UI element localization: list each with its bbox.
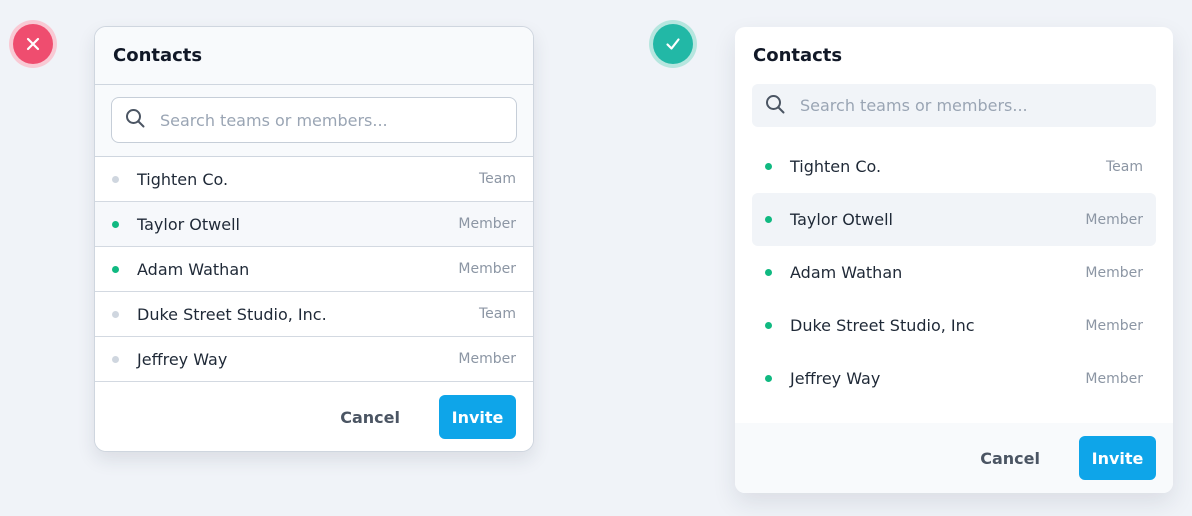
status-dot <box>112 175 119 183</box>
list-item[interactable]: Duke Street Studio, Inc Member <box>752 299 1156 352</box>
status-dot <box>112 265 119 273</box>
contact-type: Team <box>1105 158 1143 175</box>
contact-list: Tighten Co. Team Taylor Otwell Member Ad… <box>735 127 1173 405</box>
list-item[interactable]: Tighten Co. Team <box>752 140 1156 193</box>
contact-name: Duke Street Studio, Inc. <box>137 304 327 324</box>
search-input[interactable] <box>160 110 460 130</box>
contact-name: Duke Street Studio, Inc <box>790 316 975 335</box>
search-box[interactable] <box>752 84 1156 127</box>
x-icon <box>13 24 53 64</box>
contact-name: Taylor Otwell <box>137 214 240 234</box>
contact-type: Member <box>458 216 516 232</box>
contact-type: Team <box>478 171 516 187</box>
list-item[interactable]: Taylor Otwell Member <box>752 193 1156 246</box>
search-section <box>735 84 1173 127</box>
list-item[interactable]: Tighten Co. Team <box>95 157 533 202</box>
contact-name: Tighten Co. <box>137 169 229 189</box>
contact-name: Adam Wathan <box>137 259 250 279</box>
contact-name: Adam Wathan <box>790 263 903 282</box>
list-item[interactable]: Jeffrey Way Member <box>95 337 533 382</box>
comparison-stage: Contacts Tighten Co. Team Taylor Otwell … <box>0 0 1192 516</box>
list-item[interactable]: Taylor Otwell Member <box>95 202 533 247</box>
invite-button[interactable]: Invite <box>439 395 516 439</box>
contact-name: Tighten Co. <box>790 157 882 176</box>
status-dot <box>765 375 772 382</box>
list-item[interactable]: Jeffrey Way Member <box>752 352 1156 405</box>
contact-type: Member <box>458 351 516 367</box>
status-dot <box>765 163 772 170</box>
contacts-dialog-bad: Contacts Tighten Co. Team Taylor Otwell … <box>94 26 534 452</box>
contact-name: Jeffrey Way <box>137 349 228 369</box>
dialog-footer: Cancel Invite <box>95 382 533 451</box>
search-icon <box>124 107 146 133</box>
contact-type: Team <box>478 306 516 322</box>
dialog-title: Contacts <box>753 45 843 66</box>
status-dot <box>765 216 772 223</box>
dialog-header: Contacts <box>95 27 533 85</box>
dialog-header: Contacts <box>735 27 1173 84</box>
dialog-title: Contacts <box>113 45 203 66</box>
status-dot <box>765 322 772 329</box>
dialog-footer: Cancel Invite <box>735 423 1173 493</box>
contact-name: Taylor Otwell <box>790 210 893 229</box>
list-item[interactable]: Adam Wathan Member <box>95 247 533 292</box>
contact-type: Member <box>458 261 516 277</box>
contacts-dialog-good: Contacts Tighten Co. Team Taylor Otwell … <box>735 27 1173 493</box>
list-item[interactable]: Adam Wathan Member <box>752 246 1156 299</box>
cancel-button[interactable]: Cancel <box>966 436 1054 480</box>
contact-list: Tighten Co. Team Taylor Otwell Member Ad… <box>95 157 533 382</box>
search-section <box>95 85 533 157</box>
contact-type: Member <box>1085 317 1143 334</box>
search-box[interactable] <box>111 97 517 143</box>
check-icon <box>653 24 693 64</box>
status-dot <box>112 355 119 363</box>
contact-type: Member <box>1085 211 1143 228</box>
search-input[interactable] <box>800 96 1100 115</box>
contact-type: Member <box>1085 370 1143 387</box>
status-dot <box>765 269 772 276</box>
contact-type: Member <box>1085 264 1143 281</box>
list-item[interactable]: Duke Street Studio, Inc. Team <box>95 292 533 337</box>
status-dot <box>112 220 119 228</box>
contact-name: Jeffrey Way <box>790 369 881 388</box>
status-dot <box>112 310 119 318</box>
cancel-button[interactable]: Cancel <box>326 395 414 439</box>
invite-button[interactable]: Invite <box>1079 436 1156 480</box>
search-icon <box>764 93 786 119</box>
